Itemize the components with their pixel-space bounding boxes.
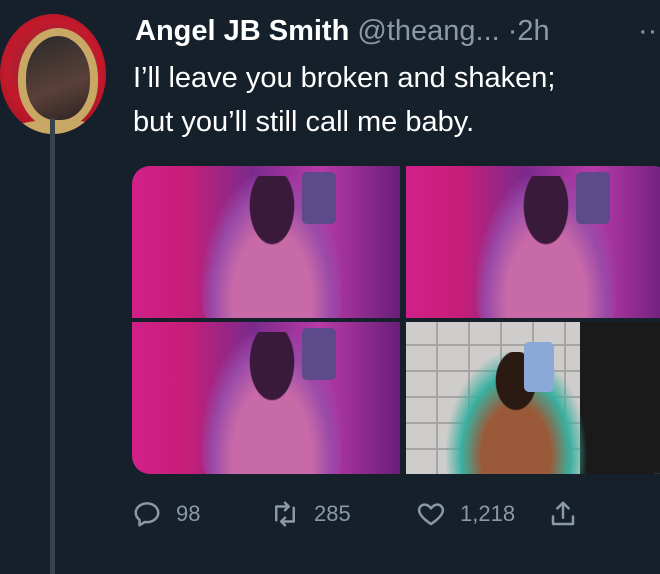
media-photo-4[interactable] [406, 322, 660, 474]
tweet-time[interactable]: 2h [517, 15, 549, 47]
media-grid [132, 166, 660, 474]
like-button[interactable]: 1,218 [416, 497, 515, 531]
share-button[interactable] [548, 497, 592, 531]
tweet-text: I’ll leave you broken and shaken; but yo… [133, 56, 660, 144]
author-name[interactable]: Angel JB Smith [135, 15, 349, 47]
like-count: 1,218 [460, 501, 516, 526]
author-handle[interactable]: @theang... [357, 15, 499, 47]
thread-line [50, 118, 55, 574]
media-photo-3[interactable] [132, 322, 400, 474]
heart-icon [417, 503, 445, 526]
tweet-text-line-2: but you’ll still call me baby. [133, 106, 475, 138]
phone-shape [302, 172, 336, 224]
separator-dot: · [507, 15, 518, 47]
media-photo-2[interactable] [406, 166, 660, 318]
dark-doorway [580, 322, 660, 474]
more-options-icon[interactable]: ·· [638, 14, 657, 48]
tweet-text-line-1: I’ll leave you broken and shaken; [133, 62, 556, 94]
reply-icon [134, 502, 160, 527]
photo-subject [446, 352, 586, 474]
retweet-count: 285 [314, 501, 351, 526]
reply-count: 98 [176, 501, 201, 526]
phone-shape [524, 342, 554, 392]
retweet-icon [275, 501, 295, 527]
tweet-header: Angel JB Smith @theang... ·2h [135, 14, 550, 48]
avatar-mirror-frame [12, 28, 104, 134]
share-icon [551, 501, 575, 526]
reply-button[interactable]: 98 [132, 497, 200, 531]
media-photo-1[interactable] [132, 166, 400, 318]
phone-shape [302, 328, 336, 380]
action-bar: 98 285 1,218 [130, 497, 660, 531]
retweet-button[interactable]: 285 [270, 497, 351, 531]
phone-shape [576, 172, 610, 224]
avatar[interactable] [0, 14, 106, 134]
